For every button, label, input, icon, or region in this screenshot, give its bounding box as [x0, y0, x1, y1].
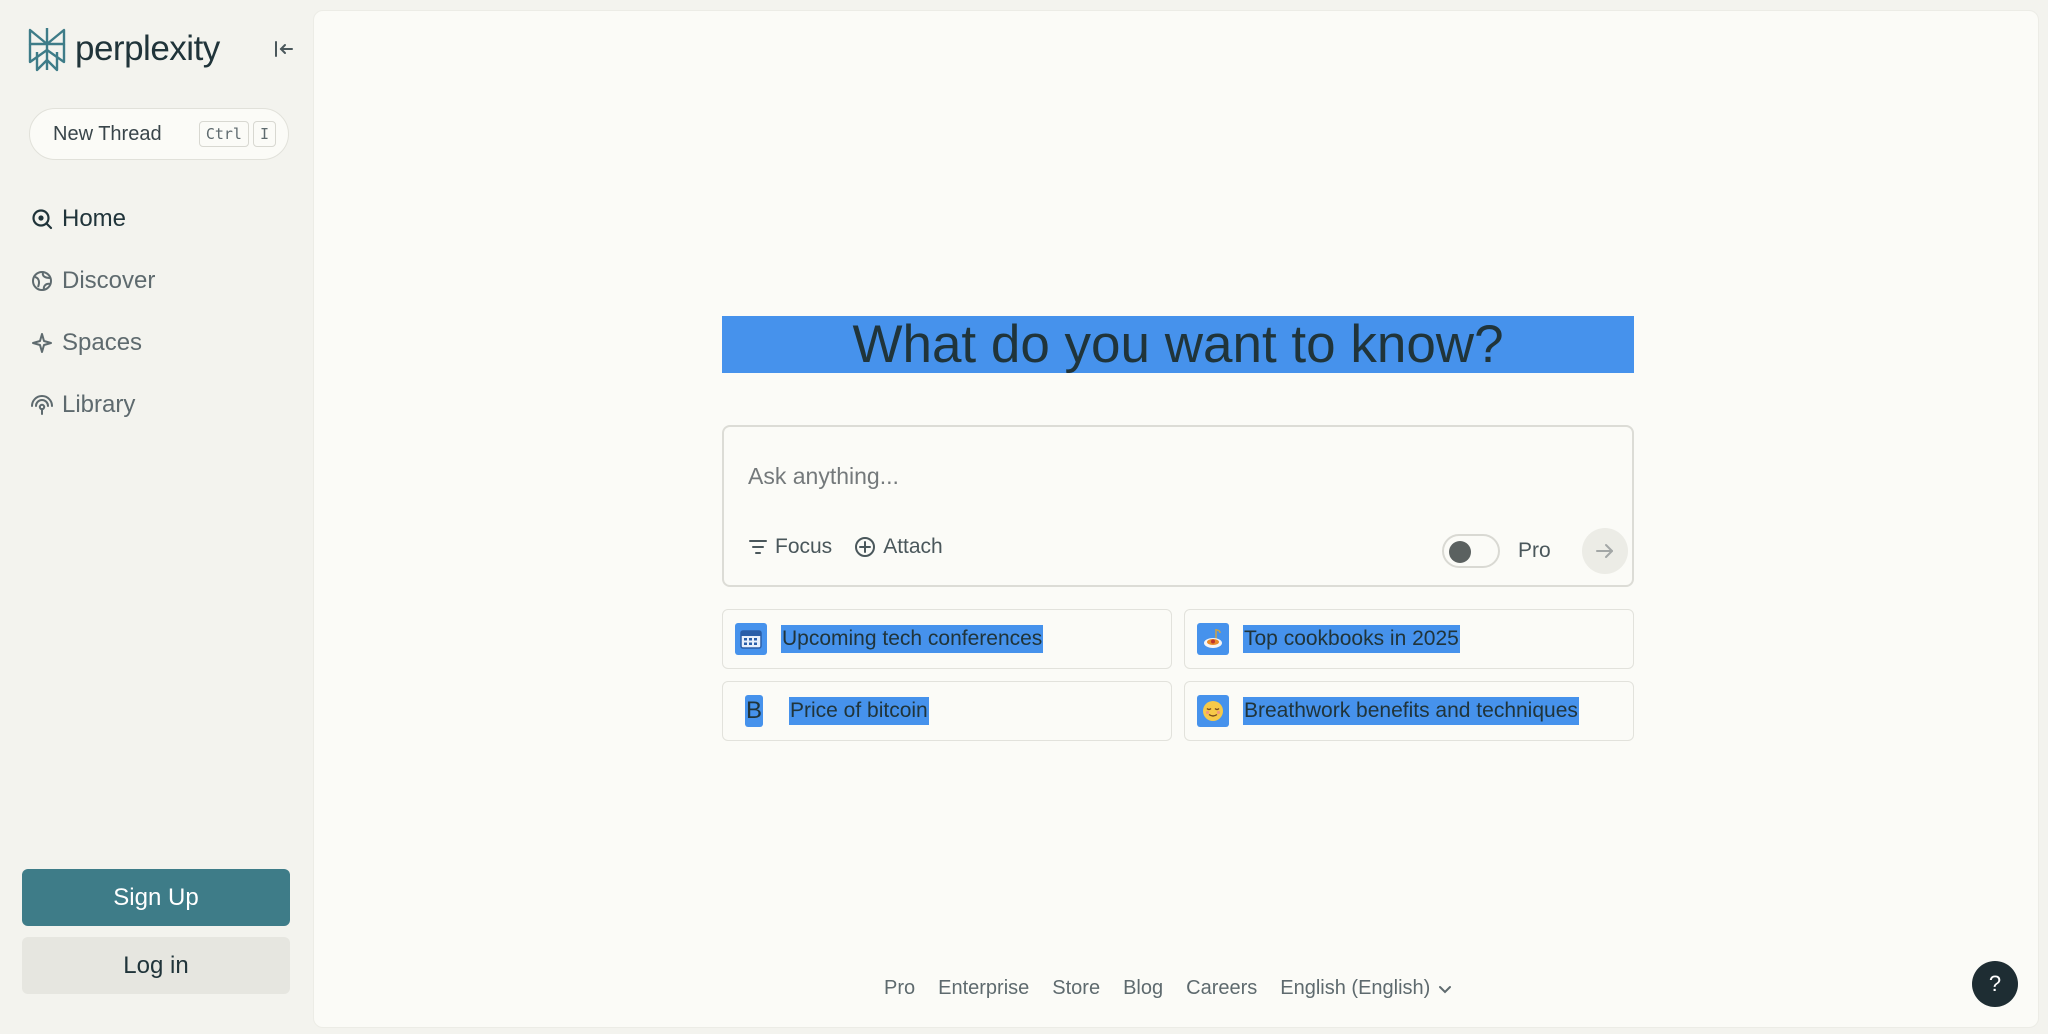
ask-input-placeholder[interactable]: Ask anything... [748, 463, 899, 490]
footer: Pro Enterprise Store Blog Careers Englis… [884, 977, 1454, 1000]
plus-circle-icon [854, 536, 876, 558]
sidebar-item-label: Home [62, 205, 127, 232]
sidebar-item-label: Spaces [62, 329, 143, 356]
shortcut-key-i: I [252, 121, 276, 147]
sparkle-icon [30, 331, 54, 355]
suggestion-label: Top cookbooks in 2025 [1243, 625, 1460, 653]
attach-button[interactable]: Attach [854, 535, 943, 559]
help-button[interactable]: ? [1972, 961, 2018, 1007]
sidebar-item-label: Discover [62, 267, 156, 294]
footer-link-enterprise[interactable]: Enterprise [938, 977, 1029, 1000]
suggestion-breathwork[interactable]: Breathwork benefits and techniques [1184, 681, 1634, 741]
focus-button[interactable]: Focus [748, 535, 832, 559]
chevron-down-icon [1439, 985, 1452, 993]
log-in-button[interactable]: Log in [22, 937, 290, 994]
collapse-left-icon [275, 41, 293, 57]
suggestion-upcoming-tech-conferences[interactable]: Upcoming tech conferences [722, 609, 1172, 669]
sidebar-item-library[interactable]: Library [30, 374, 155, 436]
sidebar-item-spaces[interactable]: Spaces [30, 312, 155, 374]
relieved-face-icon [1197, 695, 1229, 727]
filter-icon [748, 538, 768, 556]
new-thread-label: New Thread [53, 122, 162, 145]
shortcut-key-ctrl: Ctrl [198, 121, 249, 147]
attach-label: Attach [883, 535, 943, 558]
language-label: English (English) [1280, 977, 1431, 999]
bitcoin-icon: B [745, 695, 763, 727]
perplexity-logo-icon [28, 28, 66, 72]
sidebar-item-home[interactable]: Home [30, 188, 155, 250]
footer-link-pro[interactable]: Pro [884, 977, 915, 1000]
ask-tools: Focus Attach [748, 535, 965, 559]
page-title: What do you want to know? [722, 315, 1634, 374]
footer-link-store[interactable]: Store [1052, 977, 1100, 1000]
sidebar-item-label: Library [62, 391, 136, 418]
suggestion-top-cookbooks[interactable]: Top cookbooks in 2025 [1184, 609, 1634, 669]
sidebar: perplexity New Thread Ctrl I Home Discov… [0, 0, 313, 1034]
sidebar-nav: Home Discover Spaces Library [30, 188, 155, 436]
suggestion-label: Price of bitcoin [789, 697, 929, 725]
focus-label: Focus [775, 535, 833, 558]
library-icon [30, 393, 54, 417]
main-panel: What do you want to know? Ask anything..… [313, 10, 2039, 1028]
new-thread-shortcut: Ctrl I [198, 121, 276, 147]
pro-label: Pro [1518, 539, 1551, 562]
sidebar-item-discover[interactable]: Discover [30, 250, 155, 312]
submit-button[interactable] [1582, 528, 1628, 574]
sign-up-button[interactable]: Sign Up [22, 869, 290, 926]
new-thread-button[interactable]: New Thread Ctrl I [29, 108, 289, 160]
footer-link-careers[interactable]: Careers [1186, 977, 1257, 1000]
ask-input-box[interactable]: Ask anything... Focus Attach Pro [722, 425, 1634, 587]
arrow-right-icon [1596, 544, 1613, 558]
footer-link-blog[interactable]: Blog [1123, 977, 1163, 1000]
pro-toggle[interactable] [1442, 534, 1500, 568]
suggestion-price-of-bitcoin[interactable]: B Price of bitcoin [722, 681, 1172, 741]
language-select[interactable]: English (English) [1280, 977, 1454, 1000]
pro-toggle-knob [1449, 541, 1471, 563]
brand-logo[interactable]: perplexity [27, 26, 220, 72]
calendar-icon [735, 623, 767, 655]
suggestion-label: Breathwork benefits and techniques [1243, 697, 1579, 725]
suggestion-label: Upcoming tech conferences [781, 625, 1044, 653]
collapse-sidebar-button[interactable] [270, 36, 298, 62]
brand-name: perplexity [75, 29, 220, 68]
globe-icon [30, 269, 54, 293]
home-search-icon [30, 207, 54, 231]
pasta-icon [1197, 623, 1229, 655]
